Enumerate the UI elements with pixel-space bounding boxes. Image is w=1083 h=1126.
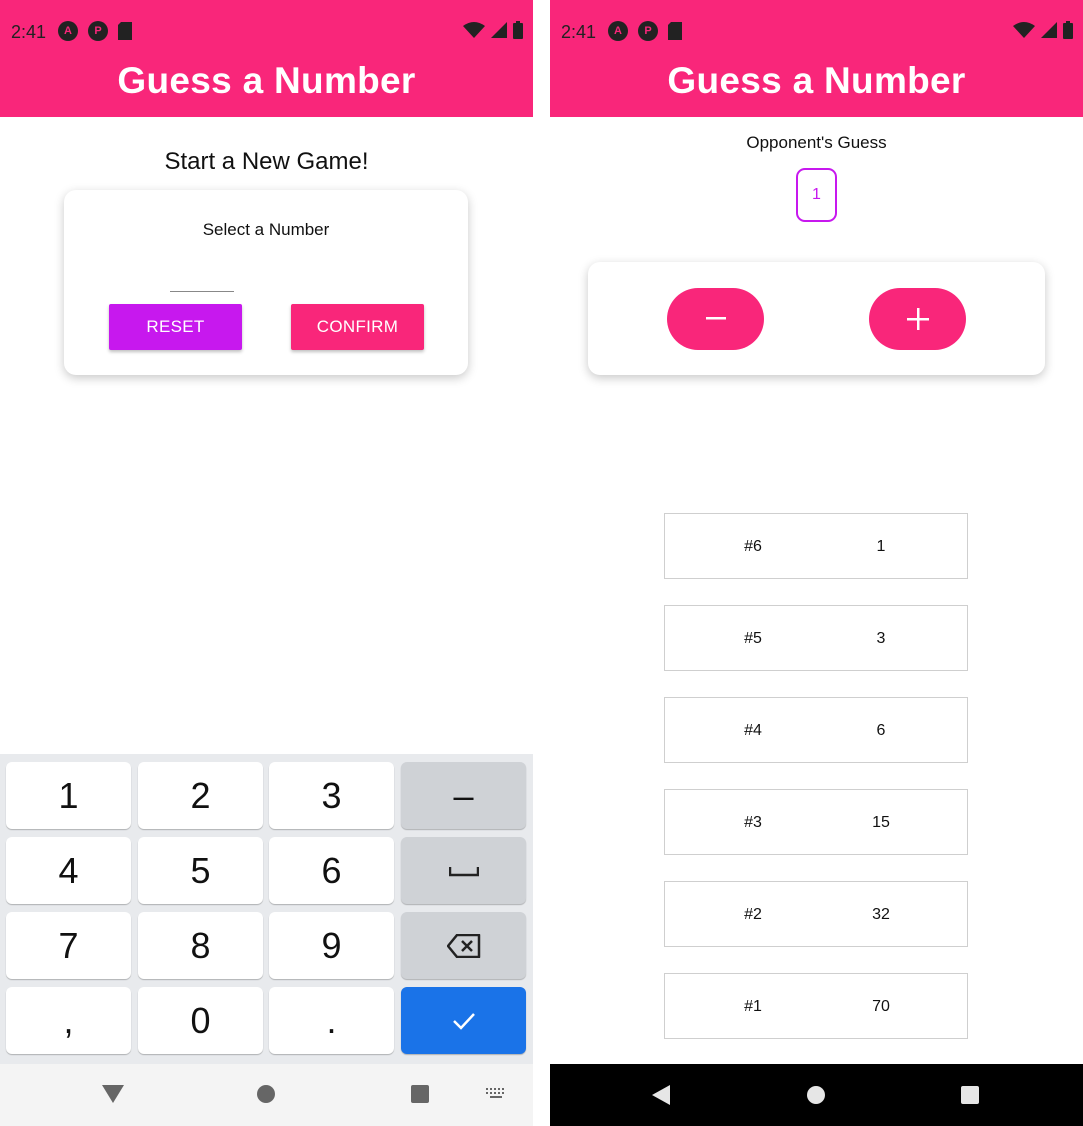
app-title: Guess a Number bbox=[117, 60, 416, 101]
key-8[interactable]: 8 bbox=[138, 912, 263, 979]
app-notification-icon: A bbox=[58, 21, 78, 41]
key-backspace[interactable] bbox=[401, 912, 526, 979]
guess-log-row: #1 70 bbox=[664, 973, 968, 1039]
round-number: #6 bbox=[744, 538, 762, 555]
wifi-icon bbox=[463, 22, 485, 38]
key-space[interactable] bbox=[401, 837, 526, 904]
key-enter[interactable] bbox=[401, 987, 526, 1054]
key-1[interactable]: 1 bbox=[6, 762, 131, 829]
app-header: 2:41 A P Guess a Number bbox=[0, 0, 533, 117]
round-guess: 6 bbox=[876, 722, 886, 739]
plus-icon bbox=[906, 308, 929, 330]
hint-controls-card bbox=[588, 262, 1045, 375]
key-2[interactable]: 2 bbox=[138, 762, 263, 829]
round-number: #3 bbox=[744, 814, 762, 831]
key-7[interactable]: 7 bbox=[6, 912, 131, 979]
home-icon[interactable] bbox=[807, 1086, 825, 1104]
round-number: #2 bbox=[744, 906, 762, 923]
guess-log-row: #2 32 bbox=[664, 881, 968, 947]
minus-icon bbox=[705, 317, 726, 320]
key-minus[interactable]: – bbox=[401, 762, 526, 829]
wifi-icon bbox=[1013, 22, 1035, 38]
keyboard-switch-icon[interactable] bbox=[486, 1088, 506, 1100]
round-guess: 3 bbox=[876, 630, 886, 647]
back-triangle-icon[interactable] bbox=[102, 1085, 124, 1103]
round-number: #4 bbox=[744, 722, 762, 739]
confirm-button[interactable]: CONFIRM bbox=[291, 304, 424, 350]
key-9[interactable]: 9 bbox=[269, 912, 394, 979]
play-notification-icon: P bbox=[88, 21, 108, 41]
round-guess: 32 bbox=[872, 906, 890, 923]
guess-log-row: #6 1 bbox=[664, 513, 968, 579]
system-navigation-bar bbox=[550, 1064, 1083, 1126]
key-4[interactable]: 4 bbox=[6, 837, 131, 904]
app-header: 2:41 A P Guess a Number bbox=[550, 0, 1083, 117]
key-6[interactable]: 6 bbox=[269, 837, 394, 904]
guess-log-row: #3 15 bbox=[664, 789, 968, 855]
key-0[interactable]: 0 bbox=[138, 987, 263, 1054]
select-number-label: Select a Number bbox=[202, 220, 330, 239]
guess-log-row: #5 3 bbox=[664, 605, 968, 671]
status-time: 2:41 bbox=[11, 22, 47, 42]
battery-icon bbox=[1063, 21, 1073, 39]
key-comma[interactable]: , bbox=[6, 987, 131, 1054]
signal-icon bbox=[1041, 22, 1057, 38]
recents-icon[interactable] bbox=[411, 1085, 429, 1103]
status-time: 2:41 bbox=[561, 22, 597, 42]
system-navigation-bar bbox=[0, 1064, 533, 1126]
round-guess: 1 bbox=[876, 538, 886, 555]
play-notification-icon: P bbox=[638, 21, 658, 41]
app-title: Guess a Number bbox=[667, 60, 966, 101]
start-game-screen: 2:41 A P Guess a Number Start a New Game… bbox=[0, 0, 533, 1126]
numeric-keyboard: 1 2 3 – 4 5 6 7 8 9 , 0 . bbox=[0, 754, 533, 1064]
start-game-heading: Start a New Game! bbox=[164, 148, 369, 175]
key-period[interactable]: . bbox=[269, 987, 394, 1054]
sd-card-icon bbox=[118, 22, 132, 40]
round-guess: 70 bbox=[872, 998, 890, 1015]
round-number: #1 bbox=[744, 998, 762, 1015]
back-icon[interactable] bbox=[652, 1085, 670, 1105]
opponent-guess-label: Opponent's Guess bbox=[746, 133, 887, 152]
sd-card-icon bbox=[668, 22, 682, 40]
number-input[interactable] bbox=[170, 262, 234, 292]
battery-icon bbox=[513, 21, 523, 39]
app-notification-icon: A bbox=[608, 21, 628, 41]
round-number: #5 bbox=[744, 630, 762, 647]
signal-icon bbox=[491, 22, 507, 38]
check-icon bbox=[452, 1012, 475, 1030]
lower-button[interactable] bbox=[667, 288, 764, 350]
home-icon[interactable] bbox=[257, 1085, 275, 1103]
space-icon bbox=[448, 866, 479, 876]
recents-icon[interactable] bbox=[961, 1086, 979, 1104]
key-5[interactable]: 5 bbox=[138, 837, 263, 904]
key-3[interactable]: 3 bbox=[269, 762, 394, 829]
guess-log-row: #4 6 bbox=[664, 697, 968, 763]
greater-button[interactable] bbox=[869, 288, 966, 350]
backspace-icon bbox=[446, 933, 480, 958]
game-screen: 2:41 A P Guess a Number Opponent's Guess… bbox=[550, 0, 1083, 1126]
round-guess: 15 bbox=[872, 814, 890, 831]
reset-button[interactable]: RESET bbox=[109, 304, 242, 350]
opponent-guess-value: 1 bbox=[796, 168, 837, 222]
